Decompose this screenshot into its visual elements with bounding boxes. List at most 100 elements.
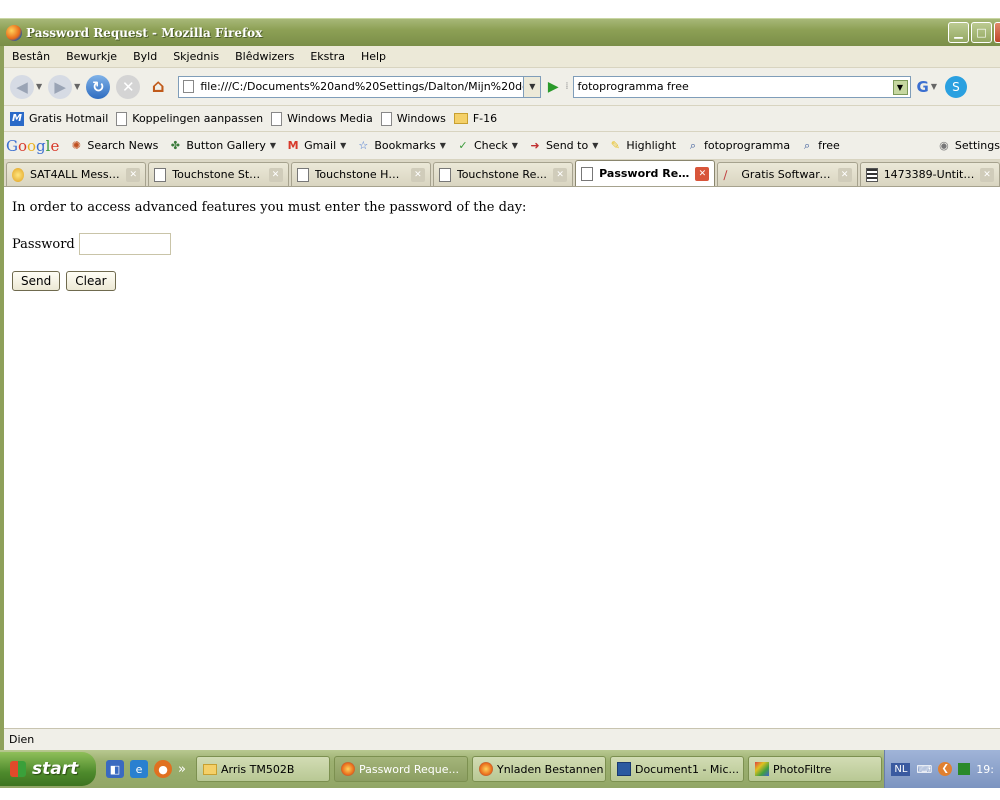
taskbar-button-password-request[interactable]: Password Reque... (333, 756, 468, 782)
chevron-down-icon[interactable]: ▼ (592, 141, 598, 150)
menu-bar: Bestân Bewurkje Byld Skjednis Blêdwizers… (4, 46, 1000, 68)
bookmark-label: Windows Media (287, 112, 373, 125)
tab-close-icon[interactable]: ✕ (553, 167, 568, 182)
google-button-label: Gmail (304, 139, 337, 152)
chevron-down-icon[interactable]: ▼ (270, 141, 276, 150)
language-indicator[interactable]: NL (891, 762, 911, 776)
keyboard-icon[interactable]: ⌨ (916, 763, 932, 776)
page-icon (183, 80, 195, 93)
google-highlight-button[interactable]: ✎ Highlight (608, 139, 676, 153)
folder-icon (202, 763, 217, 775)
tab-strip: SAT4ALL Messa... ✕ Touchstone Sta... ✕ T… (4, 160, 1000, 187)
search-bar[interactable]: fotoprogramma free ▼ (572, 75, 911, 98)
tab-untitled-image[interactable]: 1473389-Untitl... ✕ (859, 162, 1000, 186)
google-gmail-button[interactable]: M Gmail ▼ (286, 139, 347, 153)
home-button[interactable]: ⌂ (146, 75, 170, 99)
chevron-down-icon[interactable]: ▼ (340, 141, 346, 150)
tab-touchstone-re[interactable]: Touchstone Re... ✕ (432, 162, 574, 186)
tab-touchstone-hw[interactable]: Touchstone HW... ✕ (290, 162, 431, 186)
menu-view[interactable]: Byld (125, 50, 165, 63)
minimize-button[interactable]: ▁ (948, 22, 969, 43)
stop-button[interactable]: ✕ (116, 74, 141, 99)
tab-gratis-software[interactable]: ∕ Gratis Software... ✕ (717, 162, 858, 186)
search-dropdown-icon[interactable]: ▼ (892, 79, 908, 95)
taskbar-button-document1[interactable]: Document1 - Mic... (609, 756, 744, 782)
back-history-dropdown-icon[interactable]: ▼ (36, 82, 42, 91)
quicklaunch-firefox-icon[interactable]: ● (154, 760, 172, 778)
maximize-button[interactable]: □ (971, 22, 992, 43)
tab-close-icon[interactable]: ✕ (979, 167, 994, 182)
start-label: start (32, 759, 79, 779)
clock[interactable]: 19: (976, 763, 994, 776)
tab-touchstone-sta[interactable]: Touchstone Sta... ✕ (148, 162, 289, 186)
search-text: fotoprogramma free (577, 80, 689, 93)
bookmark-windows[interactable]: Windows (380, 111, 446, 126)
start-button[interactable]: start (0, 752, 96, 786)
tab-close-icon[interactable]: ✕ (126, 167, 141, 182)
menu-history[interactable]: Skjednis (165, 50, 227, 63)
word-icon (616, 762, 631, 776)
send-icon: ➜ (530, 139, 540, 152)
google-button-label: free (818, 139, 840, 152)
tab-sat4all[interactable]: SAT4ALL Messa... ✕ (6, 162, 147, 186)
tab-close-icon[interactable]: ✕ (837, 167, 852, 182)
menu-tools[interactable]: Ekstra (302, 50, 353, 63)
quicklaunch-more-chevron[interactable]: » (178, 762, 186, 777)
tab-close-icon[interactable]: ✕ (410, 167, 425, 182)
bookmark-label: Windows (396, 112, 446, 125)
google-logo[interactable]: Google (6, 137, 59, 155)
forward-history-dropdown-icon[interactable]: ▼ (74, 82, 80, 91)
google-term-fotoprogramma[interactable]: ⌕ fotoprogramma (686, 139, 790, 153)
bookmark-windows-media[interactable]: Windows Media (271, 111, 373, 126)
window-titlebar[interactable]: Password Request - Mozilla Firefox ▁ □ (0, 18, 1000, 46)
send-button[interactable]: Send (12, 271, 61, 291)
forward-button[interactable]: ▶ (48, 74, 73, 99)
google-check-button[interactable]: ✓ Check ▼ (456, 139, 518, 153)
tab-label: Touchstone Re... (456, 168, 547, 181)
bookmark-gratis-hotmail[interactable]: M Gratis Hotmail (10, 111, 108, 126)
password-input[interactable] (78, 233, 171, 255)
taskbar-button-label: Document1 - Mic... (634, 762, 740, 776)
tab-password-request[interactable]: Password Req... ✕ (575, 160, 716, 186)
url-bar[interactable]: file:///C:/Documents%20and%20Settings/Da… (178, 75, 525, 98)
clear-button[interactable]: Clear (66, 271, 116, 291)
google-bookmarks-button[interactable]: ☆ Bookmarks ▼ (356, 139, 446, 153)
chevron-down-icon[interactable]: ▼ (512, 141, 518, 150)
chevron-down-icon[interactable]: ▼ (440, 141, 446, 150)
taskbar-button-arris[interactable]: Arris TM502B (195, 756, 330, 782)
tray-arrow-icon[interactable]: ❮ (938, 762, 953, 776)
bookmark-folder-f16[interactable]: F-16 (453, 112, 498, 125)
toolbar-grip-icon[interactable]: ⁞ (565, 81, 568, 92)
url-dropdown-button[interactable]: ▼ (524, 75, 542, 98)
bookmark-label: Koppelingen aanpassen (132, 112, 264, 125)
google-search-news-button[interactable]: ✺ Search News (69, 139, 159, 153)
menu-file[interactable]: Bestân (4, 50, 58, 63)
google-button-label: Bookmarks (374, 139, 436, 152)
google-settings-button[interactable]: ◉ Settings (937, 139, 1000, 153)
google-term-free[interactable]: ⌕ free (800, 139, 840, 153)
back-button[interactable]: ◀ (10, 74, 34, 99)
google-button-gallery[interactable]: ✤ Button Gallery ▼ (168, 139, 276, 153)
go-button[interactable]: ▶ (545, 79, 561, 95)
menu-help[interactable]: Help (353, 50, 394, 63)
menu-bookmarks[interactable]: Blêdwizers (227, 50, 302, 63)
bookmark-koppelingen-aanpassen[interactable]: Koppelingen aanpassen (116, 111, 264, 126)
search-engine-dropdown-icon[interactable]: ▼ (931, 82, 937, 91)
quicklaunch-ie-icon[interactable]: e (130, 760, 148, 778)
news-icon: ✺ (71, 139, 81, 152)
highlighter-icon: ✎ (610, 139, 620, 152)
taskbar-button-photofiltre[interactable]: PhotoFiltre (747, 756, 882, 782)
menu-edit[interactable]: Bewurkje (58, 50, 125, 63)
taskbar-button-ynladen[interactable]: Ynladen Bestannen (471, 756, 606, 782)
tab-close-icon[interactable]: ✕ (695, 166, 710, 181)
tab-label: 1473389-Untitl... (883, 168, 976, 181)
skype-icon[interactable]: S (944, 75, 967, 98)
google-send-to-button[interactable]: ➜ Send to ▼ (528, 139, 598, 153)
search-engine-button[interactable]: G (917, 78, 929, 96)
bookmark-label: F-16 (472, 112, 498, 125)
network-icon[interactable] (958, 763, 971, 775)
reload-button[interactable]: ↻ (86, 74, 111, 99)
close-button[interactable] (994, 22, 1000, 43)
quicklaunch-show-desktop-icon[interactable]: ◧ (106, 760, 124, 778)
tab-close-icon[interactable]: ✕ (268, 167, 283, 182)
